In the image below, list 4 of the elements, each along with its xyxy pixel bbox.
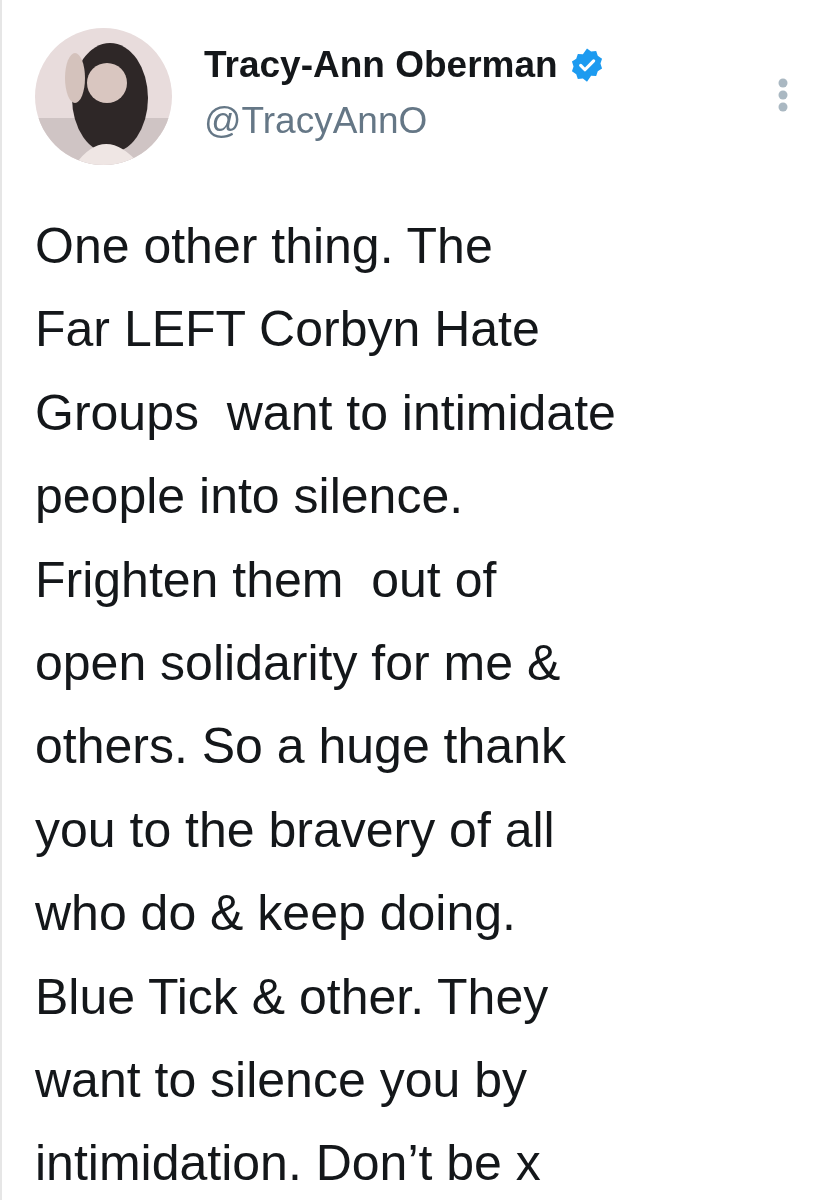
more-options-icon[interactable] [777,78,789,112]
author-handle[interactable]: @TracyAnnO [204,98,606,145]
author-name[interactable]: Tracy-Ann Oberman [204,42,558,89]
tweet-text: One other thing. The Far LEFT Corbyn Hate Groups want to intimidate people into silence. Frighten them out of open solidarity for me & others. So a huge thank you to the bravery of all who do & keep doing. Blue Tick & other. They want to silence you by intimidation. Don’t be x [35,217,617,1194]
